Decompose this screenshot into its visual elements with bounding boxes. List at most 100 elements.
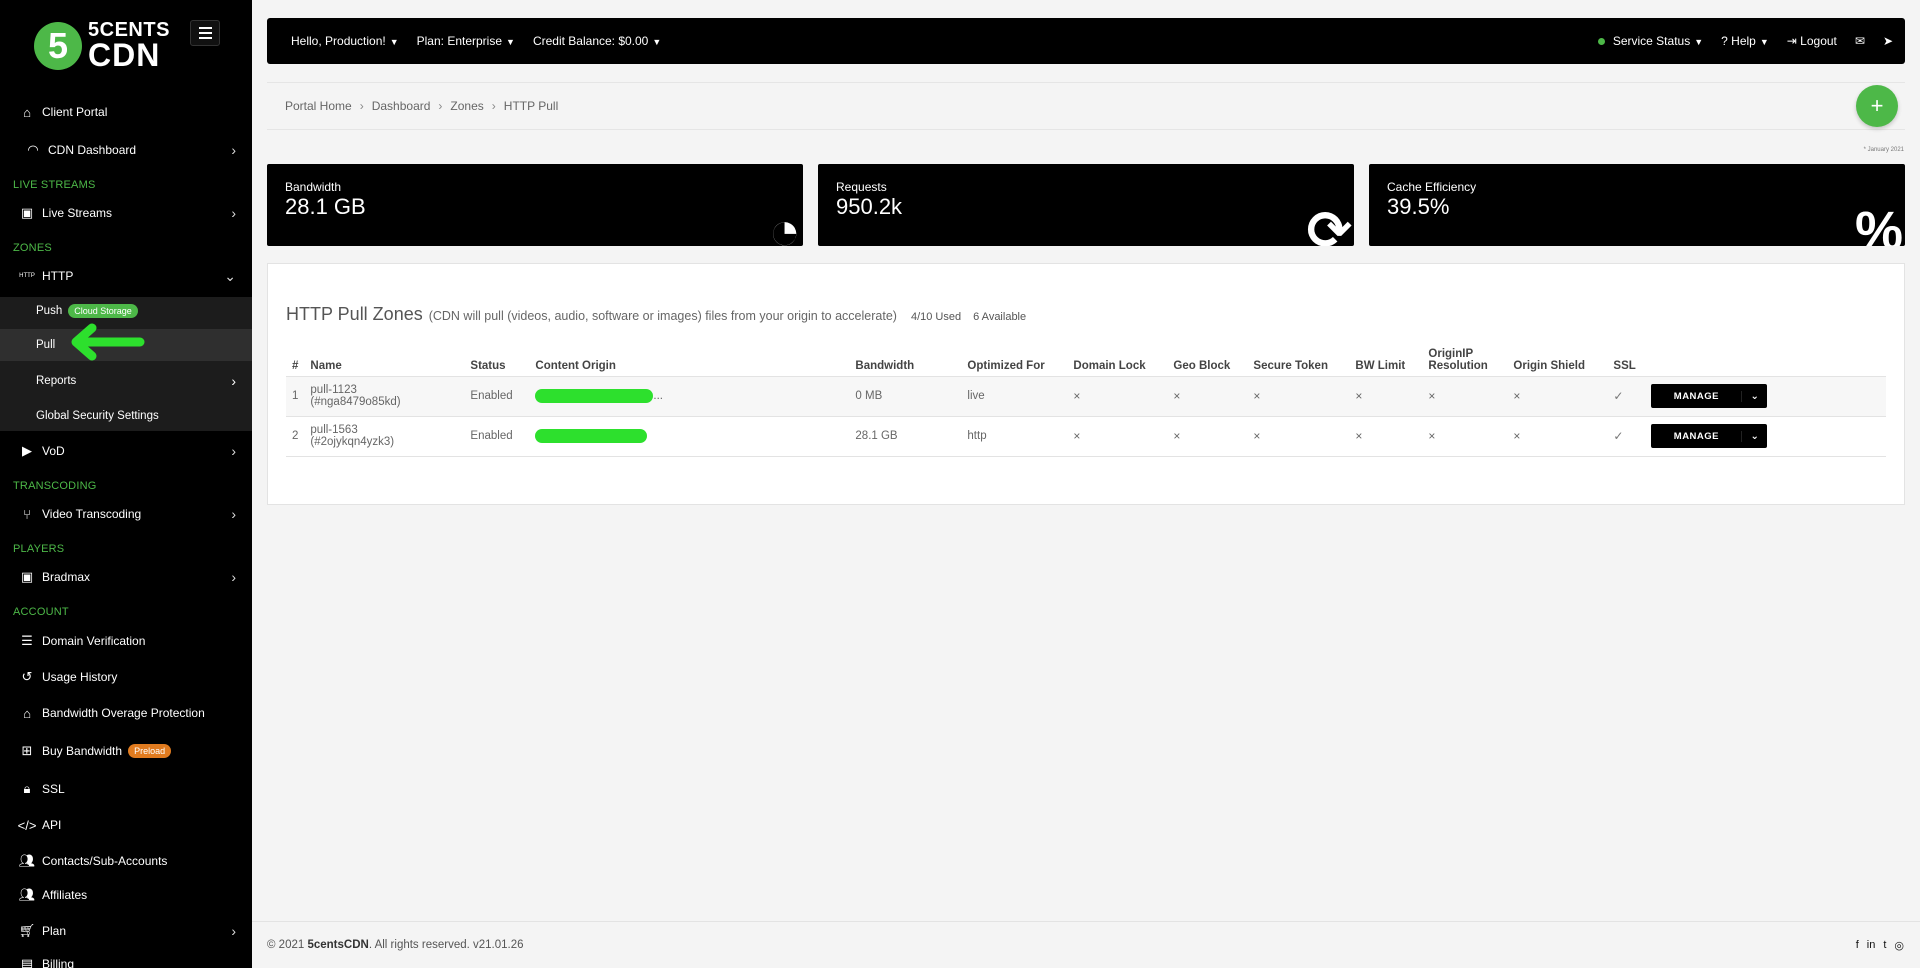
sidebar-item-contacts[interactable]: 👥︎ Contacts/Sub-Accounts	[0, 846, 252, 876]
footer: © 2021 5centsCDN. All rights reserved. v…	[252, 921, 1920, 968]
zone-origin	[529, 416, 850, 457]
sidebar-item-bradmax[interactable]: ▣ Bradmax ›	[0, 562, 252, 592]
col-actions	[1645, 336, 1886, 377]
sidebar-item-usage-history[interactable]: ↺ Usage History	[0, 662, 252, 692]
section-zones: ZONES	[13, 242, 52, 254]
help-menu[interactable]: ? Help ▼	[1721, 34, 1769, 48]
zone-status: Enabled	[464, 416, 530, 457]
live-stream-icon: ▣	[20, 205, 34, 220]
breadcrumb-separator-icon: ›	[359, 99, 364, 113]
history-icon: ↺	[21, 669, 33, 684]
service-status-menu[interactable]: Service Status ▼	[1597, 34, 1703, 48]
sidebar-item-client-portal[interactable]: ⌂ Client Portal	[0, 97, 252, 127]
sidebar-item-global-security[interactable]: Global Security Settings	[0, 400, 252, 432]
manage-button[interactable]: MANAGE ⌄	[1651, 384, 1768, 408]
zone-id: (#nga8479o85kd)	[310, 396, 401, 408]
zone-name[interactable]: pull-1563	[310, 424, 458, 436]
zone-bandwidth: 28.1 GB	[849, 416, 962, 457]
zone-name[interactable]: pull-1123	[310, 384, 458, 396]
breadcrumb-portal-home[interactable]: Portal Home	[285, 99, 352, 113]
logout-button[interactable]: ⇥ Logout	[1787, 34, 1837, 48]
sidebar-item-live-streams[interactable]: ▣ Live Streams ›	[0, 198, 252, 228]
row-num: 2	[286, 416, 305, 457]
x-icon: ×	[1507, 416, 1608, 457]
chevron-right-icon: ›	[231, 205, 236, 221]
sidebar-item-label: Billing	[42, 957, 75, 968]
stat-label: Requests	[836, 180, 887, 194]
col-optimized: Optimized For	[961, 336, 1068, 377]
x-icon: ×	[1247, 416, 1350, 457]
sidebar-item-bw-overage[interactable]: ⌂ Bandwidth Overage Protection	[0, 698, 252, 728]
sidebar-item-reports[interactable]: Reports ›	[0, 365, 252, 397]
copyright-suffix: . All rights reserved. v21.01.26	[368, 939, 524, 951]
sidebar-item-label: Affiliates	[42, 888, 88, 902]
chevron-right-icon: ›	[231, 506, 236, 522]
breadcrumb-http-pull: HTTP Pull	[503, 99, 559, 113]
instagram-icon[interactable]: ◎	[1894, 939, 1904, 952]
send-icon[interactable]: ➤	[1883, 34, 1893, 48]
sidebar-item-http[interactable]: HTTP HTTP ⌄	[0, 261, 252, 291]
card-description: (CDN will pull (videos, audio, software …	[428, 309, 897, 323]
plan-menu[interactable]: Plan: Enterprise ▼	[417, 34, 515, 48]
chevron-down-icon[interactable]: ⌄	[1741, 390, 1767, 402]
sidebar-item-cdn-dashboard[interactable]: ◠ CDN Dashboard ›	[0, 135, 252, 165]
preload-badge: Preload	[128, 744, 172, 758]
help-label: Help	[1731, 34, 1756, 48]
zone-name-cell: pull-1563 (#2ojykqn4yzk3)	[304, 416, 465, 457]
caret-down-icon: ▼	[652, 37, 662, 47]
chevron-down-icon[interactable]: ⌄	[1741, 430, 1767, 442]
sidebar-item-billing[interactable]: ▤ Billing	[0, 949, 252, 968]
sidebar-item-domain-verification[interactable]: ☰ Domain Verification	[0, 626, 252, 656]
sidebar-item-affiliates[interactable]: 👥︎ Affiliates	[0, 880, 252, 910]
sidebar-item-video-transcoding[interactable]: ⑂ Video Transcoding ›	[0, 499, 252, 529]
x-icon: ×	[1067, 416, 1168, 457]
zone-bandwidth: 0 MB	[849, 376, 962, 417]
sidebar-item-plan[interactable]: 🛒︎ Plan ›	[0, 916, 252, 946]
sidebar-item-buy-bandwidth[interactable]: ⊞ Buy Bandwidth Preload	[0, 736, 252, 766]
sync-icon: ⟳	[1306, 201, 1352, 246]
sidebar-item-ssl[interactable]: 🔒︎ SSL	[0, 774, 252, 804]
actions-cell: MANAGE ⌄	[1645, 376, 1886, 417]
mail-icon[interactable]: ✉	[1855, 34, 1865, 48]
plan-label: Plan: Enterprise	[416, 34, 503, 48]
caret-down-icon: ▼	[506, 37, 515, 47]
stat-cache-efficiency: Cache Efficiency 39.5% %	[1369, 164, 1905, 246]
bank-icon: ⌂	[23, 705, 31, 721]
add-zone-button[interactable]: +	[1856, 85, 1898, 127]
users-icon: 👥︎	[18, 853, 36, 868]
sidebar-item-label: Pull	[36, 339, 56, 351]
col-geo-block: Geo Block	[1167, 336, 1248, 377]
caret-down-icon: ▼	[389, 37, 399, 47]
sidebar-item-label: Reports	[36, 375, 77, 387]
table-row: 2 pull-1563 (#2ojykqn4yzk3) Enabled 28.1 …	[286, 416, 1886, 457]
check-icon: ✓	[1607, 416, 1646, 457]
manage-button[interactable]: MANAGE ⌄	[1651, 424, 1768, 448]
sidebar-item-vod[interactable]: ▶ VoD ›	[0, 436, 252, 466]
question-icon: ?	[1721, 34, 1728, 48]
row-num: 1	[286, 376, 305, 417]
gauge-icon: ◠	[27, 142, 39, 157]
chevron-right-icon: ›	[231, 373, 236, 389]
stat-label: Bandwidth	[285, 180, 342, 194]
sidebar-item-api[interactable]: </> API	[0, 810, 252, 840]
green-arrow-annotation	[71, 323, 145, 361]
col-origin: Content Origin	[529, 336, 850, 377]
twitter-icon[interactable]: t	[1883, 939, 1886, 952]
date-note: * January 2021	[1863, 147, 1904, 153]
menu-toggle-button[interactable]	[190, 20, 220, 46]
breadcrumb-dashboard[interactable]: Dashboard	[372, 99, 431, 113]
table-header-row: # Name Status Content Origin Bandwidth O…	[286, 336, 1886, 377]
linkedin-icon[interactable]: in	[1867, 939, 1876, 952]
logo[interactable]: 5 5CENTS CDN	[34, 20, 170, 71]
chevron-right-icon: ›	[231, 569, 236, 585]
copyright-prefix: © 2021	[267, 939, 305, 951]
credit-menu[interactable]: Credit Balance: $0.00 ▼	[533, 34, 661, 48]
percent-icon: %	[1854, 201, 1903, 246]
stat-bandwidth: Bandwidth 28.1 GB ◔	[267, 164, 803, 246]
x-icon: ×	[1349, 376, 1423, 417]
breadcrumb-zones[interactable]: Zones	[450, 99, 483, 113]
col-num: #	[286, 336, 305, 377]
facebook-icon[interactable]: f	[1856, 939, 1859, 952]
x-icon: ×	[1507, 376, 1608, 417]
hello-menu[interactable]: Hello, Production! ▼	[291, 34, 399, 48]
